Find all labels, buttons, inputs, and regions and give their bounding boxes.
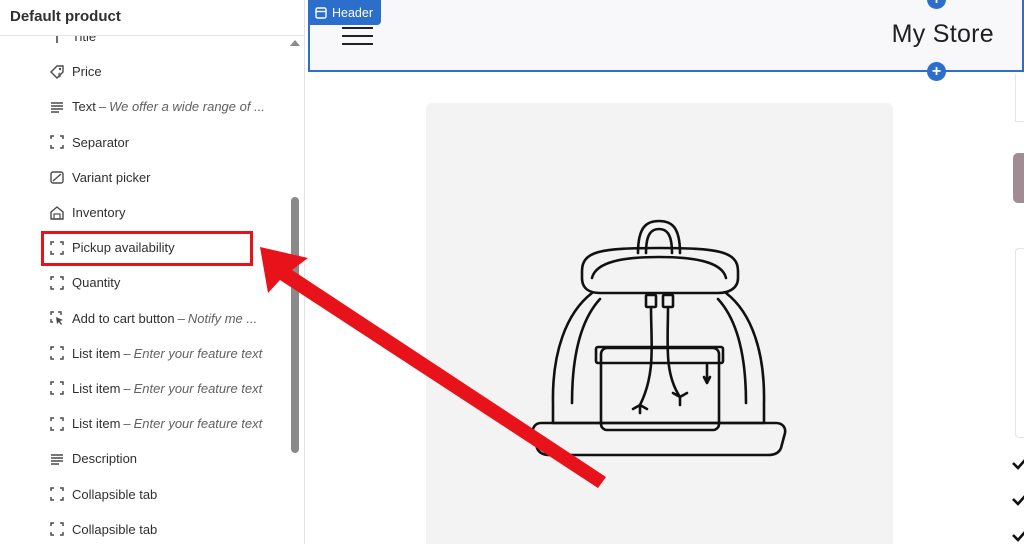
label-separator: – bbox=[123, 416, 131, 432]
block-dashed-icon bbox=[48, 133, 66, 151]
block-list: Title $ Price Text – We offer a wide range of… bbox=[0, 19, 290, 544]
block-item-label: List item bbox=[72, 345, 121, 361]
add-section-below-button[interactable]: + bbox=[927, 62, 946, 81]
block-dashed-icon bbox=[48, 520, 66, 538]
block-item-label: Text bbox=[72, 99, 96, 115]
checkmark-icon bbox=[1012, 459, 1024, 470]
menu-hamburger-icon[interactable] bbox=[342, 27, 373, 45]
section-layout-icon bbox=[315, 6, 327, 19]
block-item-description[interactable]: Description bbox=[0, 441, 290, 476]
block-dashed-icon bbox=[48, 415, 66, 433]
variant-icon bbox=[48, 168, 66, 186]
block-item-preview-text: Enter your feature text bbox=[133, 380, 263, 396]
text-lines-icon bbox=[48, 98, 66, 116]
checkmark-icon bbox=[1012, 495, 1024, 506]
block-dashed-icon bbox=[48, 239, 66, 257]
block-item-variant-picker[interactable]: Variant picker bbox=[0, 160, 290, 195]
block-item-label: Collapsible tab bbox=[72, 486, 158, 502]
side-panel-fragment bbox=[1015, 248, 1024, 438]
text-lines-icon bbox=[48, 450, 66, 468]
block-item-label: Quantity bbox=[72, 275, 121, 291]
header-tag-label: Header bbox=[332, 5, 373, 20]
block-item-label: Variant picker bbox=[72, 169, 151, 185]
store-preview: My Store Header + + bbox=[306, 0, 1024, 544]
block-item-collapsible-tab[interactable]: Collapsible tab bbox=[0, 512, 290, 544]
block-item-price[interactable]: $ Price bbox=[0, 54, 290, 89]
block-item-label: Collapsible tab bbox=[72, 521, 158, 537]
block-item-label: Pickup availability bbox=[72, 240, 175, 256]
block-dashed-icon bbox=[48, 274, 66, 292]
block-item-list-item[interactable]: List item – Enter your feature text bbox=[0, 336, 290, 371]
header-section-tag: Header bbox=[308, 0, 381, 25]
block-item-preview-text: We offer a wide range of ... bbox=[109, 99, 265, 115]
block-item-list-item[interactable]: List item – Enter your feature text bbox=[0, 371, 290, 406]
block-dashed-icon bbox=[48, 344, 66, 362]
block-item-preview-text: Enter your feature text bbox=[133, 345, 263, 361]
product-image[interactable] bbox=[426, 103, 893, 544]
block-item-preview-text: Enter your feature text bbox=[133, 416, 263, 432]
block-item-text[interactable]: Text – We offer a wide range of ... bbox=[0, 89, 290, 124]
block-item-preview-text: Notify me ... bbox=[187, 310, 258, 326]
side-button-fragment[interactable] bbox=[1013, 153, 1024, 203]
svg-text:$: $ bbox=[58, 72, 62, 79]
store-title[interactable]: My Store bbox=[892, 20, 994, 49]
label-separator: – bbox=[177, 310, 185, 326]
block-item-label: Description bbox=[72, 451, 138, 467]
block-item-collapsible-tab[interactable]: Collapsible tab bbox=[0, 476, 290, 511]
checkmark-icon bbox=[1012, 531, 1024, 542]
label-separator: – bbox=[98, 99, 107, 115]
scroll-up-arrow-icon[interactable] bbox=[290, 40, 300, 46]
sidebar-scrollbar[interactable] bbox=[291, 197, 299, 453]
label-separator: – bbox=[123, 380, 131, 396]
block-item-label: Add to cart button bbox=[72, 310, 175, 326]
block-item-inventory[interactable]: Inventory bbox=[0, 195, 290, 230]
cursor-click-icon bbox=[48, 309, 66, 327]
block-item-label: Separator bbox=[72, 134, 130, 150]
inventory-icon bbox=[48, 204, 66, 222]
block-item-label: Inventory bbox=[72, 205, 126, 221]
block-item-list-item[interactable]: List item – Enter your feature text bbox=[0, 406, 290, 441]
header-section[interactable]: My Store bbox=[308, 0, 1024, 72]
sidebar-section-title: Default product bbox=[0, 0, 304, 36]
side-panel-fragment bbox=[1015, 74, 1024, 122]
block-item-pickup-availability[interactable]: Pickup availability bbox=[0, 230, 290, 265]
backpack-illustration-icon bbox=[531, 219, 787, 457]
theme-editor-sidebar: Title $ Price Text – We offer a wide range of… bbox=[0, 0, 305, 544]
block-item-label: List item bbox=[72, 380, 121, 396]
block-item-quantity[interactable]: Quantity bbox=[0, 265, 290, 300]
block-item-add-to-cart-button[interactable]: Add to cart button – Notify me ... bbox=[0, 301, 290, 336]
label-separator: – bbox=[123, 345, 131, 361]
block-dashed-icon bbox=[48, 485, 66, 503]
block-dashed-icon bbox=[48, 379, 66, 397]
block-item-label: List item bbox=[72, 416, 121, 432]
price-tag-icon: $ bbox=[48, 63, 66, 81]
block-item-label: Price bbox=[72, 64, 102, 80]
block-item-separator[interactable]: Separator bbox=[0, 125, 290, 160]
